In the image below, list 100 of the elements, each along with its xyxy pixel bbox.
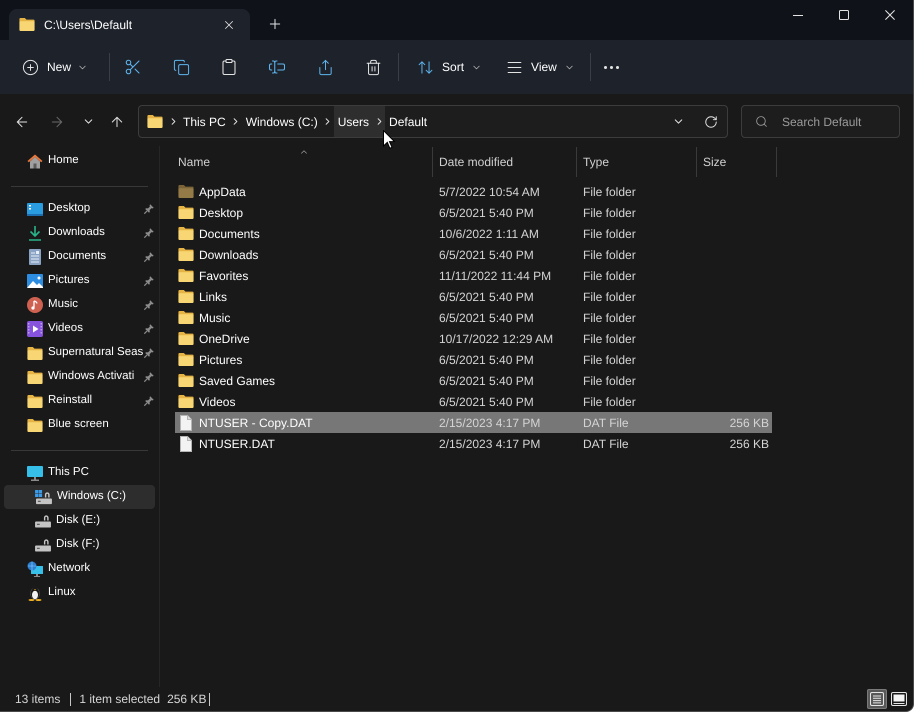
text-cursor-icon [268,58,286,76]
folder-icon [178,395,194,408]
view-button[interactable]: View [496,49,585,85]
tiles-view-button[interactable] [889,689,909,709]
file-type: DAT File [583,436,629,450]
column-header[interactable]: Date modified [433,147,577,177]
sidebar-item[interactable]: Blue screen [4,413,155,437]
item-count: 13 items [15,691,60,708]
clipboard-icon [220,58,238,76]
drive-icon [35,490,52,504]
sidebar-item[interactable]: Music [4,293,155,317]
sidebar-item[interactable]: Reinstall [4,389,155,413]
new-button[interactable]: New [12,49,98,85]
sidebar-item[interactable]: Windows (C:) [4,485,155,509]
file-row[interactable]: NTUSER.DAT 2/15/2023 4:17 PM DAT File 256 KB [175,433,772,454]
file-name: NTUSER.DAT [199,436,275,452]
file-row[interactable]: Favorites 11/11/2022 11:44 PM File folder [175,265,772,286]
file-name: Favorites [199,268,248,284]
search-field[interactable]: Search Default [741,105,900,138]
list-icon [870,692,884,706]
refresh-icon [704,114,718,128]
close-icon [885,10,895,20]
address-bar[interactable]: This PC Windows (C:) Users Default [138,105,728,138]
file-type: File folder [583,290,636,304]
file-name: Downloads [199,246,258,264]
file-type: File folder [583,332,636,346]
tab[interactable]: C:\Users\Default [9,9,250,40]
file-row[interactable]: Saved Games 6/5/2021 5:40 PM File folder [175,370,772,391]
sidebar-item[interactable]: Windows Activati [4,365,155,389]
file-name: Saved Games [199,372,276,390]
column-header[interactable]: Type [577,147,697,177]
sidebar-item[interactable]: Documents [4,245,155,269]
search-icon [755,115,768,128]
sidebar-item[interactable]: Pictures [4,269,155,293]
breadcrumb[interactable]: Users [334,106,374,137]
column-header[interactable]: Size [697,147,777,177]
breadcrumb[interactable]: This PC [179,106,230,137]
file-row[interactable]: Pictures 6/5/2021 5:40 PM File folder [175,349,772,370]
modified-date: 6/5/2021 5:40 PM [439,290,534,304]
file-icon [180,414,192,430]
folder-icon [27,346,43,360]
drive-icon [35,538,51,552]
breadcrumb[interactable]: Default [385,106,432,137]
sort-arrows-icon [417,58,434,76]
modified-date: 6/5/2021 5:40 PM [439,352,534,366]
folder-icon [178,248,194,261]
plus-icon [267,16,283,32]
sidebar-item[interactable]: Linux [4,581,155,605]
sidebar-item[interactable]: Network [4,557,155,581]
file-row[interactable]: Videos 6/5/2021 5:40 PM File folder [175,391,772,412]
folder-icon [178,206,194,219]
sidebar-item[interactable]: Downloads [4,221,155,245]
sidebar-item[interactable]: This PC [4,461,155,485]
file-type: File folder [583,226,636,240]
file-type: File folder [583,310,636,324]
file-row[interactable]: Documents 10/6/2022 1:11 AM File folder [175,223,772,244]
file-type: File folder [583,394,636,408]
breadcrumb[interactable]: Windows (C:) [242,106,322,137]
more-icon [604,66,620,68]
sidebar-item[interactable]: Disk (E:) [4,509,155,533]
folder-icon [178,353,194,366]
file-type: File folder [583,184,636,198]
mouse-pointer-icon [383,130,395,149]
modified-date: 6/5/2021 5:40 PM [439,206,534,220]
sidebar-item[interactable]: Videos [4,317,155,341]
file-row[interactable]: OneDrive 10/17/2022 12:29 AM File folder [175,328,772,349]
sidebar-item[interactable]: Disk (F:) [4,533,155,557]
file-row[interactable]: NTUSER - Copy.DAT 2/15/2023 4:17 PM DAT File 256 KB [175,412,772,433]
trash-icon [364,58,382,76]
house-icon [27,154,43,168]
file-row[interactable]: Desktop 6/5/2021 5:40 PM File folder [175,202,772,223]
picture-icon [27,274,43,288]
document-icon [29,249,41,265]
selection-count: 1 item selected [79,691,160,708]
modified-date: 11/11/2022 11:44 PM [439,268,552,282]
sidebar-item[interactable]: Supernatural Seas [4,341,155,365]
file-name: NTUSER - Copy.DAT [199,414,313,432]
file-row[interactable]: Downloads 6/5/2021 5:40 PM File folder [175,244,772,265]
folder-icon [178,269,194,282]
desktop-icon [27,202,43,216]
file-name: Desktop [199,204,244,222]
folder-icon [178,290,194,303]
file-size: 256 KB [730,414,769,432]
file-row[interactable]: AppData 5/7/2022 10:54 AM File folder [175,181,772,202]
file-name: Music [199,310,230,326]
file-row[interactable]: Music 6/5/2021 5:40 PM File folder [175,307,772,328]
minimize-icon [793,14,803,16]
file-name: Links [199,288,228,306]
sidebar-item[interactable]: Desktop [4,197,155,221]
copy-icon [172,58,190,76]
details-view-button[interactable] [867,689,887,709]
maximize-icon [839,10,849,20]
share-icon [316,58,334,76]
sort-button[interactable]: Sort [407,49,492,85]
file-row[interactable]: Links 6/5/2021 5:40 PM File folder [175,286,772,307]
file-type: File folder [583,352,636,366]
folder-icon [178,227,194,240]
chevron-button[interactable] [373,106,386,137]
sidebar-item[interactable]: Home [4,149,155,173]
file-size: 256 KB [730,436,769,452]
